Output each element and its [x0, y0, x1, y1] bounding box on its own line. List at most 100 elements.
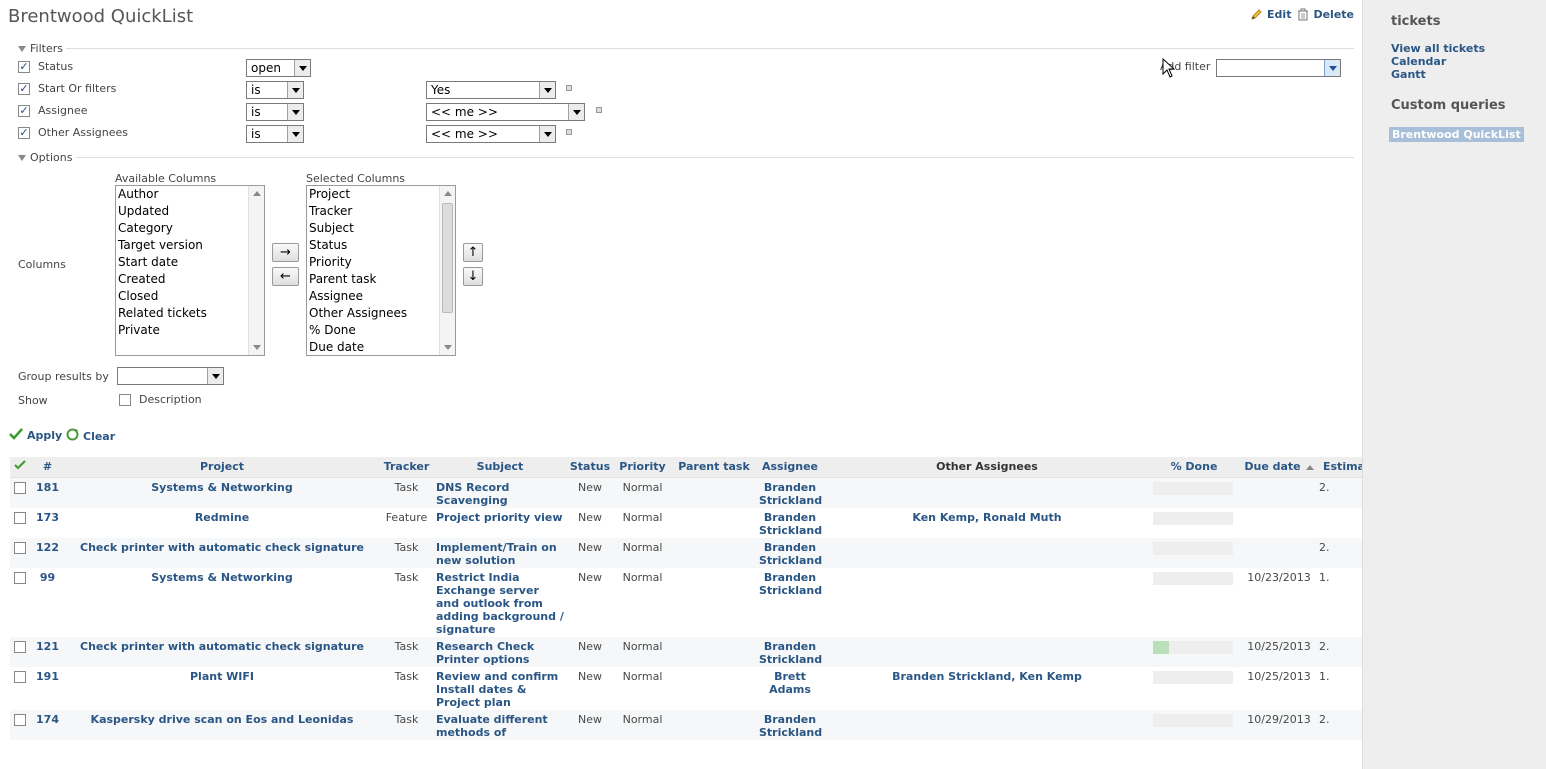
- assignee-link[interactable]: Branden Strickland: [759, 481, 822, 507]
- issue-id-link[interactable]: 191: [36, 670, 59, 683]
- issue-id-link[interactable]: 174: [36, 713, 59, 726]
- project-link[interactable]: Check printer with automatic check signa…: [80, 541, 364, 554]
- subject-link[interactable]: Research Check Printer options: [436, 640, 534, 666]
- assignee-link[interactable]: Branden Strickland: [759, 571, 822, 597]
- options-legend[interactable]: Options: [18, 151, 72, 164]
- list-item[interactable]: Assignee: [307, 288, 455, 305]
- assignee-link[interactable]: Branden Strickland: [759, 541, 822, 567]
- header-tracker[interactable]: Tracker: [379, 457, 434, 478]
- project-link[interactable]: Check printer with automatic check signa…: [80, 640, 364, 653]
- project-link[interactable]: Kaspersky drive scan on Eos and Leonidas: [91, 713, 354, 726]
- list-item[interactable]: Due date: [307, 339, 455, 355]
- list-item[interactable]: Other Assignees: [307, 305, 455, 322]
- filter-other-assignees-value[interactable]: << me >>: [426, 125, 556, 143]
- filters-legend[interactable]: Filters: [18, 42, 63, 55]
- move-up-button[interactable]: ↑: [463, 243, 483, 262]
- header-due-date[interactable]: Due date: [1237, 457, 1321, 478]
- description-checkbox[interactable]: [119, 394, 131, 406]
- filter-assignee-value[interactable]: << me >>: [426, 103, 585, 121]
- list-item[interactable]: Parent task: [307, 271, 455, 288]
- list-item[interactable]: Priority: [307, 254, 455, 271]
- header-subject[interactable]: Subject: [434, 457, 566, 478]
- header-estimated[interactable]: Estima: [1321, 457, 1362, 478]
- list-item[interactable]: Project: [307, 186, 455, 203]
- selected-columns-list[interactable]: Project Tracker Subject Status Priority Paren…: [306, 185, 456, 356]
- filter-other-assignees-operator[interactable]: is: [246, 125, 304, 143]
- edit-link[interactable]: Edit: [1250, 8, 1291, 21]
- list-item[interactable]: Subject: [307, 220, 455, 237]
- issue-id-link[interactable]: 122: [36, 541, 59, 554]
- list-item[interactable]: % Done: [307, 322, 455, 339]
- subject-link[interactable]: DNS Record Scavenging: [436, 481, 509, 507]
- issue-id-link[interactable]: 173: [36, 511, 59, 524]
- move-right-button[interactable]: →: [272, 243, 299, 262]
- list-item[interactable]: Updated: [116, 203, 264, 220]
- list-item[interactable]: Status: [307, 237, 455, 254]
- list-item[interactable]: Author: [116, 186, 264, 203]
- filter-start-or-checkbox[interactable]: [18, 83, 30, 95]
- move-down-button[interactable]: ↓: [463, 267, 483, 286]
- header-project[interactable]: Project: [65, 457, 379, 478]
- header-done[interactable]: % Done: [1151, 457, 1237, 478]
- row-checkbox[interactable]: [14, 481, 26, 494]
- subject-link[interactable]: Implement/Train on new solution: [436, 541, 557, 567]
- list-item[interactable]: Private: [116, 322, 264, 339]
- issue-id-link[interactable]: 121: [36, 640, 59, 653]
- toggle-multiselect-icon[interactable]: [566, 85, 572, 91]
- filter-status-operator[interactable]: open: [246, 59, 311, 77]
- delete-link[interactable]: Delete: [1297, 8, 1354, 21]
- subject-link[interactable]: Project priority view: [436, 511, 563, 524]
- toggle-multiselect-icon[interactable]: [566, 129, 572, 135]
- filter-status-checkbox[interactable]: [18, 61, 30, 73]
- list-item[interactable]: Closed: [116, 288, 264, 305]
- assignee-link[interactable]: Brett Adams: [769, 670, 811, 696]
- clear-button[interactable]: Clear: [66, 428, 115, 444]
- list-item[interactable]: Start date: [116, 254, 264, 271]
- row-checkbox[interactable]: [14, 511, 26, 524]
- assignee-link[interactable]: Branden Strickland: [759, 511, 822, 537]
- assignee-link[interactable]: Branden Strickland: [759, 713, 822, 739]
- row-checkbox[interactable]: [14, 713, 26, 726]
- other-assignees-link[interactable]: Ken Kemp, Ronald Muth: [912, 511, 1061, 524]
- move-left-button[interactable]: ←: [272, 267, 299, 286]
- row-checkbox[interactable]: [14, 670, 26, 683]
- available-columns-list[interactable]: Author Updated Category Target version Start…: [115, 185, 265, 356]
- issue-id-link[interactable]: 99: [40, 571, 55, 584]
- assignee-link[interactable]: Branden Strickland: [759, 640, 822, 666]
- issue-id-link[interactable]: 181: [36, 481, 59, 494]
- project-link[interactable]: Systems & Networking: [151, 481, 292, 494]
- header-id[interactable]: #: [30, 457, 65, 478]
- add-filter-select[interactable]: [1216, 59, 1341, 77]
- subject-link[interactable]: Restrict India Exchange server and outlo…: [436, 571, 564, 636]
- list-item[interactable]: Category: [116, 220, 264, 237]
- project-link[interactable]: Redmine: [195, 511, 249, 524]
- header-priority[interactable]: Priority: [614, 457, 671, 478]
- row-checkbox[interactable]: [14, 571, 26, 584]
- toggle-multiselect-icon[interactable]: [596, 107, 602, 113]
- toggle-all-checkbox[interactable]: [10, 457, 30, 478]
- list-item[interactable]: Target version: [116, 237, 264, 254]
- scrollbar[interactable]: [439, 186, 455, 355]
- header-assignee[interactable]: Assignee: [757, 457, 823, 478]
- filter-start-or-value[interactable]: Yes: [426, 81, 556, 99]
- scrollbar-thumb[interactable]: [442, 203, 453, 313]
- sidebar-query-brentwood[interactable]: Brentwood QuickList: [1389, 127, 1524, 142]
- list-item[interactable]: Created: [116, 271, 264, 288]
- filter-assignee-operator[interactable]: is: [246, 103, 304, 121]
- sidebar-link-calendar[interactable]: Calendar: [1391, 55, 1446, 68]
- project-link[interactable]: Systems & Networking: [151, 571, 292, 584]
- scrollbar[interactable]: [248, 186, 264, 355]
- header-status[interactable]: Status: [566, 457, 614, 478]
- filter-start-or-operator[interactable]: is: [246, 81, 304, 99]
- group-by-select[interactable]: [117, 367, 224, 385]
- apply-button[interactable]: Apply: [9, 428, 62, 443]
- row-checkbox[interactable]: [14, 640, 26, 653]
- filter-other-assignees-checkbox[interactable]: [18, 127, 30, 139]
- other-assignees-link[interactable]: Branden Strickland, Ken Kemp: [892, 670, 1082, 683]
- subject-link[interactable]: Evaluate different methods of: [436, 713, 548, 739]
- sidebar-link-view-all[interactable]: View all tickets: [1391, 42, 1485, 55]
- row-checkbox[interactable]: [14, 541, 26, 554]
- sidebar-link-gantt[interactable]: Gantt: [1391, 68, 1426, 81]
- list-item[interactable]: Related tickets: [116, 305, 264, 322]
- list-item[interactable]: Tracker: [307, 203, 455, 220]
